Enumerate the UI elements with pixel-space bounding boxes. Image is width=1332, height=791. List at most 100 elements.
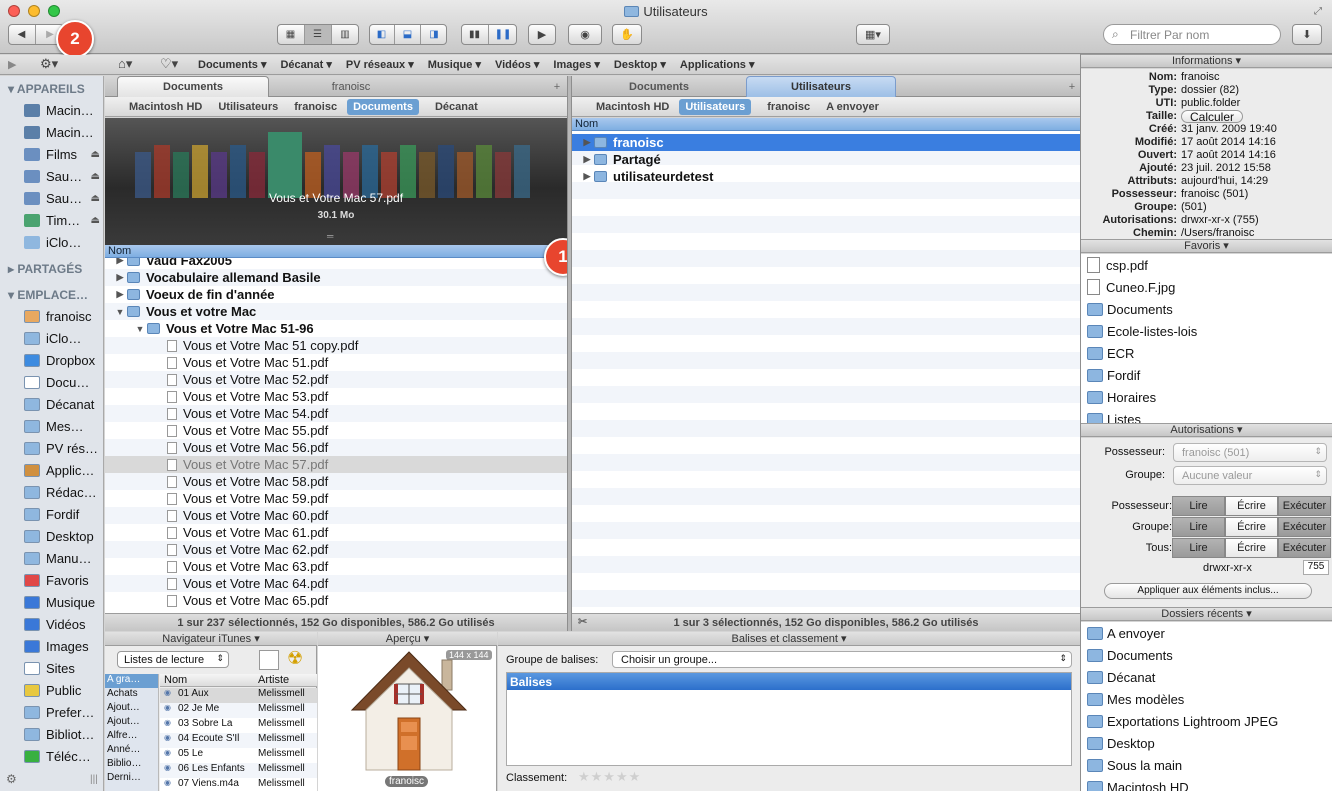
recent-folder-item[interactable]: Desktop: [1081, 732, 1332, 754]
breadcrumb-item[interactable]: franoisc: [767, 101, 810, 113]
eject-icon[interactable]: ⏏: [91, 215, 100, 226]
sidebar-item-place[interactable]: Manu…: [24, 548, 103, 568]
dual-pane-buttons[interactable]: ▮▮ ❚❚: [461, 24, 517, 45]
heart-menu-icon[interactable]: ♡▾: [160, 56, 178, 72]
recent-folder-item[interactable]: Exportations Lightroom JPEG: [1081, 710, 1332, 732]
favoris-header[interactable]: Favoris ▾: [1081, 239, 1332, 253]
file-row[interactable]: Vous et Votre Mac 62.pdf: [105, 541, 567, 558]
octal-field[interactable]: 755: [1303, 560, 1329, 575]
sidebar-item-device[interactable]: Sau… ⏏: [24, 188, 103, 208]
tab-utilisateurs-right[interactable]: Utilisateurs: [746, 76, 896, 97]
file-row[interactable]: Vous et Votre Mac 65.pdf: [105, 592, 567, 609]
home-menu-icon[interactable]: ⌂▾: [118, 56, 132, 72]
left-column-header[interactable]: Nom: [105, 245, 567, 258]
permission-toggle[interactable]: Exécuter: [1278, 538, 1331, 558]
sidebar-item-place[interactable]: Décanat: [24, 394, 103, 414]
rating-stars[interactable]: ★★★★★: [578, 769, 641, 785]
tags-list[interactable]: Balises: [506, 672, 1072, 766]
sidebar-item-place[interactable]: Rédac…: [24, 482, 103, 502]
recent-folder-item[interactable]: A envoyer: [1081, 622, 1332, 644]
recent-folder-item[interactable]: Mes modèles: [1081, 688, 1332, 710]
sidebar-item-place[interactable]: Téléc…: [24, 746, 103, 766]
tools-icon[interactable]: ✂: [578, 615, 587, 628]
sidebar-item-place[interactable]: Applic…: [24, 460, 103, 480]
group-select[interactable]: Aucune valeur ⇕: [1173, 466, 1327, 485]
breadcrumb-item[interactable]: A envoyer: [826, 101, 879, 113]
permission-toggle[interactable]: Exécuter: [1278, 496, 1331, 516]
sidebar-item-device[interactable]: Tim… ⏏: [24, 210, 103, 230]
fullscreen-icon[interactable]: ⤢: [1314, 6, 1322, 17]
sidebar-item-device[interactable]: Macin…: [24, 122, 103, 142]
panel-layout-buttons[interactable]: ◧ ⬓ ◨: [369, 24, 447, 45]
bottom-panel-icon[interactable]: ⬓: [395, 25, 421, 44]
permission-toggle[interactable]: Exécuter: [1278, 517, 1331, 537]
left-panel-icon[interactable]: ◧: [370, 25, 395, 44]
sidebar-item-place[interactable]: Musique: [24, 592, 103, 612]
recent-folder-item[interactable]: Décanat: [1081, 666, 1332, 688]
breadcrumb-item[interactable]: Utilisateurs: [679, 98, 752, 115]
file-row[interactable]: Vous et Votre Mac 58.pdf: [105, 473, 567, 490]
folder-row[interactable]: ▶ Partagé: [572, 151, 1080, 168]
disclosure-triangle-icon[interactable]: ▶: [582, 137, 592, 148]
eject-icon[interactable]: ⏏: [91, 193, 100, 204]
sidebar-item-place[interactable]: Images: [24, 636, 103, 656]
download-button[interactable]: ⬇: [1292, 24, 1322, 45]
get-info-button[interactable]: ◉: [568, 24, 602, 45]
radiation-icon[interactable]: ☢: [287, 648, 303, 669]
sidebar-item-place[interactable]: Favoris: [24, 570, 103, 590]
sidebar-section-devices[interactable]: ▾ APPAREILS: [8, 82, 85, 96]
pathbar-item[interactable]: Documents ▾: [198, 58, 266, 71]
itunes-header[interactable]: Navigateur iTunes ▾: [105, 632, 317, 646]
breadcrumb-item[interactable]: Macintosh HD: [129, 101, 202, 113]
file-row[interactable]: Vous et Votre Mac 56.pdf: [105, 439, 567, 456]
playlist-item[interactable]: Anné…: [105, 744, 158, 758]
permission-toggle[interactable]: Écrire: [1225, 517, 1278, 537]
file-row[interactable]: Vous et Votre Mac 60.pdf: [105, 507, 567, 524]
file-row[interactable]: Vous et Votre Mac 64.pdf: [105, 575, 567, 592]
info-value[interactable]: Calculer: [1181, 110, 1244, 123]
file-row[interactable]: Vous et Votre Mac 53.pdf: [105, 388, 567, 405]
pathbar-item[interactable]: Applications ▾: [680, 58, 755, 71]
sidebar-resize-handle[interactable]: |||: [90, 774, 98, 785]
info-header[interactable]: Informations ▾: [1081, 54, 1332, 68]
track-row[interactable]: ◉ 05 Le Melissmell: [160, 748, 317, 763]
file-row[interactable]: Vous et Votre Mac 59.pdf: [105, 490, 567, 507]
play-triangle-icon[interactable]: ▶: [8, 58, 16, 71]
pathbar-item[interactable]: Vidéos ▾: [495, 58, 539, 71]
file-row[interactable]: Vous et Votre Mac 57.pdf: [105, 456, 567, 473]
tab-documents-right[interactable]: Documents: [572, 76, 746, 97]
track-col-artist[interactable]: Artiste: [258, 674, 289, 686]
playlist-select[interactable]: Listes de lecture ⇕: [117, 651, 229, 668]
sidebar-item-place[interactable]: Fordif: [24, 504, 103, 524]
back-arrow-icon[interactable]: ◀: [9, 25, 36, 44]
recent-folder-item[interactable]: Documents: [1081, 644, 1332, 666]
permission-toggle[interactable]: Lire: [1172, 538, 1225, 558]
folder-row[interactable]: ▶ utilisateurdetest: [572, 168, 1080, 185]
favoris-item[interactable]: Fordif: [1081, 364, 1332, 386]
track-row[interactable]: ◉ 04 Ecoute S'Il Melissmell: [160, 733, 317, 748]
favoris-item[interactable]: Documents: [1081, 298, 1332, 320]
permission-toggle[interactable]: Écrire: [1225, 538, 1278, 558]
file-row[interactable]: Vous et Votre Mac 63.pdf: [105, 558, 567, 575]
pathbar-item[interactable]: Images ▾: [553, 58, 600, 71]
track-row[interactable]: ◉ 06 Les Enfants Melissmell: [160, 763, 317, 778]
playlist-item[interactable]: Achats: [105, 688, 158, 702]
disclosure-triangle-icon[interactable]: ▶: [582, 154, 592, 165]
pathbar-item[interactable]: Desktop ▾: [614, 58, 666, 71]
quicklook-button[interactable]: ▶: [528, 24, 556, 45]
disclosure-triangle-icon[interactable]: ▶: [115, 289, 125, 300]
breadcrumb-item[interactable]: Macintosh HD: [596, 101, 669, 113]
add-tab-right-icon[interactable]: +: [1064, 76, 1080, 97]
playlist-item[interactable]: Ajout…: [105, 702, 158, 716]
file-row[interactable]: Vous et Votre Mac 55.pdf: [105, 422, 567, 439]
tag-group-select[interactable]: Choisir un groupe... ⇕: [612, 651, 1072, 668]
pathbar-item[interactable]: Musique ▾: [428, 58, 481, 71]
disclosure-triangle-icon[interactable]: ▶: [115, 272, 125, 283]
autorisations-header[interactable]: Autorisations ▾: [1081, 423, 1332, 437]
favoris-item[interactable]: ECR: [1081, 342, 1332, 364]
sidebar-item-place[interactable]: Docu…: [24, 372, 103, 392]
tags-header[interactable]: Balises et classement ▾: [498, 632, 1080, 646]
apply-recursive-button[interactable]: Appliquer aux éléments inclus...: [1104, 583, 1312, 599]
sidebar-item-place[interactable]: franoisc: [24, 306, 103, 326]
disclosure-triangle-icon[interactable]: ▶: [582, 171, 592, 182]
